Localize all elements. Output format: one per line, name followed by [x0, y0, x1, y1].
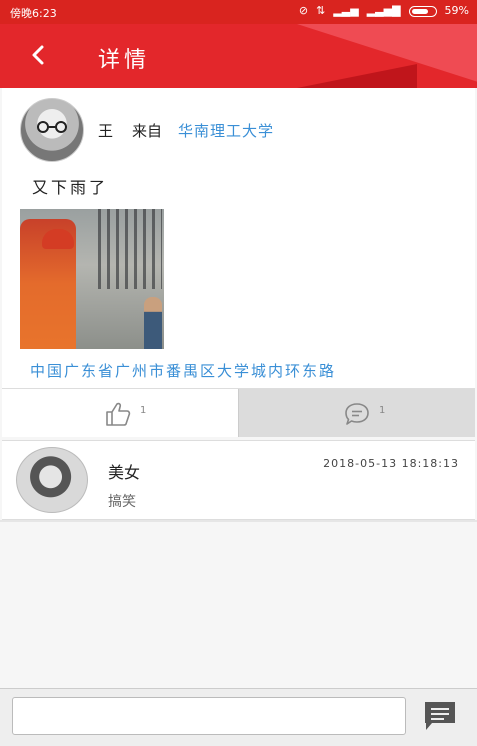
- comment-text: 搞笑: [108, 494, 136, 510]
- alarm-icon: ⊘: [298, 4, 309, 17]
- comment-bubble-icon: [345, 403, 369, 425]
- post-location[interactable]: 中国广东省广州市番禺区大学城内环东路: [30, 360, 336, 381]
- status-icons: ⊘ ⇅ ▂▃▅ ▂▃▅▇ 59%: [299, 4, 469, 18]
- helmet-shape: [42, 229, 74, 249]
- battery-percent: 59%: [444, 4, 469, 17]
- comment-time: 2018-05-13 18:18:13: [323, 457, 459, 470]
- author-school[interactable]: 华南理工大学: [178, 120, 274, 141]
- divider: [0, 520, 477, 522]
- thumbs-up-icon: [106, 402, 131, 426]
- author-avatar[interactable]: [20, 98, 84, 162]
- commenter-avatar[interactable]: [16, 447, 88, 513]
- page-title: 详情: [98, 48, 151, 73]
- post-content: 又下雨了: [32, 178, 109, 197]
- comment-input-bar: [0, 688, 477, 746]
- post-image[interactable]: [20, 209, 164, 349]
- signal-icon: ▂▃▅: [333, 4, 359, 17]
- window-bars: [98, 209, 162, 289]
- post-card: 王 来自 华南理工大学 又下雨了 中国广东省广州市番禺区大学城内环东路 1 1: [2, 88, 475, 437]
- header-decoration-2: [297, 64, 417, 88]
- comment-input[interactable]: [12, 697, 406, 735]
- glasses-graphic: [37, 121, 67, 133]
- comment-item[interactable]: 美女 2018-05-13 18:18:13 搞笑: [2, 440, 475, 520]
- signal-icon-2: ▂▃▅▇: [366, 4, 401, 17]
- status-time: 傍晚6:23: [10, 7, 57, 20]
- data-transfer-icon: ⇅: [316, 4, 326, 17]
- commenter-name: 美女: [108, 463, 141, 482]
- status-bar: 傍晚6:23 ⊘ ⇅ ▂▃▅ ▂▃▅▇ 59%: [0, 0, 477, 24]
- send-comment-icon[interactable]: [422, 699, 458, 733]
- battery-icon: [408, 5, 437, 17]
- author-name: 王: [98, 122, 114, 140]
- like-count: 1: [140, 405, 147, 416]
- top-bar: 详情: [0, 24, 477, 88]
- comment-count: 1: [379, 405, 386, 416]
- like-button[interactable]: 1: [2, 389, 239, 437]
- from-label: 来自: [132, 122, 163, 140]
- post-actions: 1 1: [2, 388, 475, 437]
- comment-button[interactable]: 1: [239, 389, 475, 437]
- back-arrow-icon[interactable]: [26, 42, 52, 68]
- child-figure: [144, 297, 162, 349]
